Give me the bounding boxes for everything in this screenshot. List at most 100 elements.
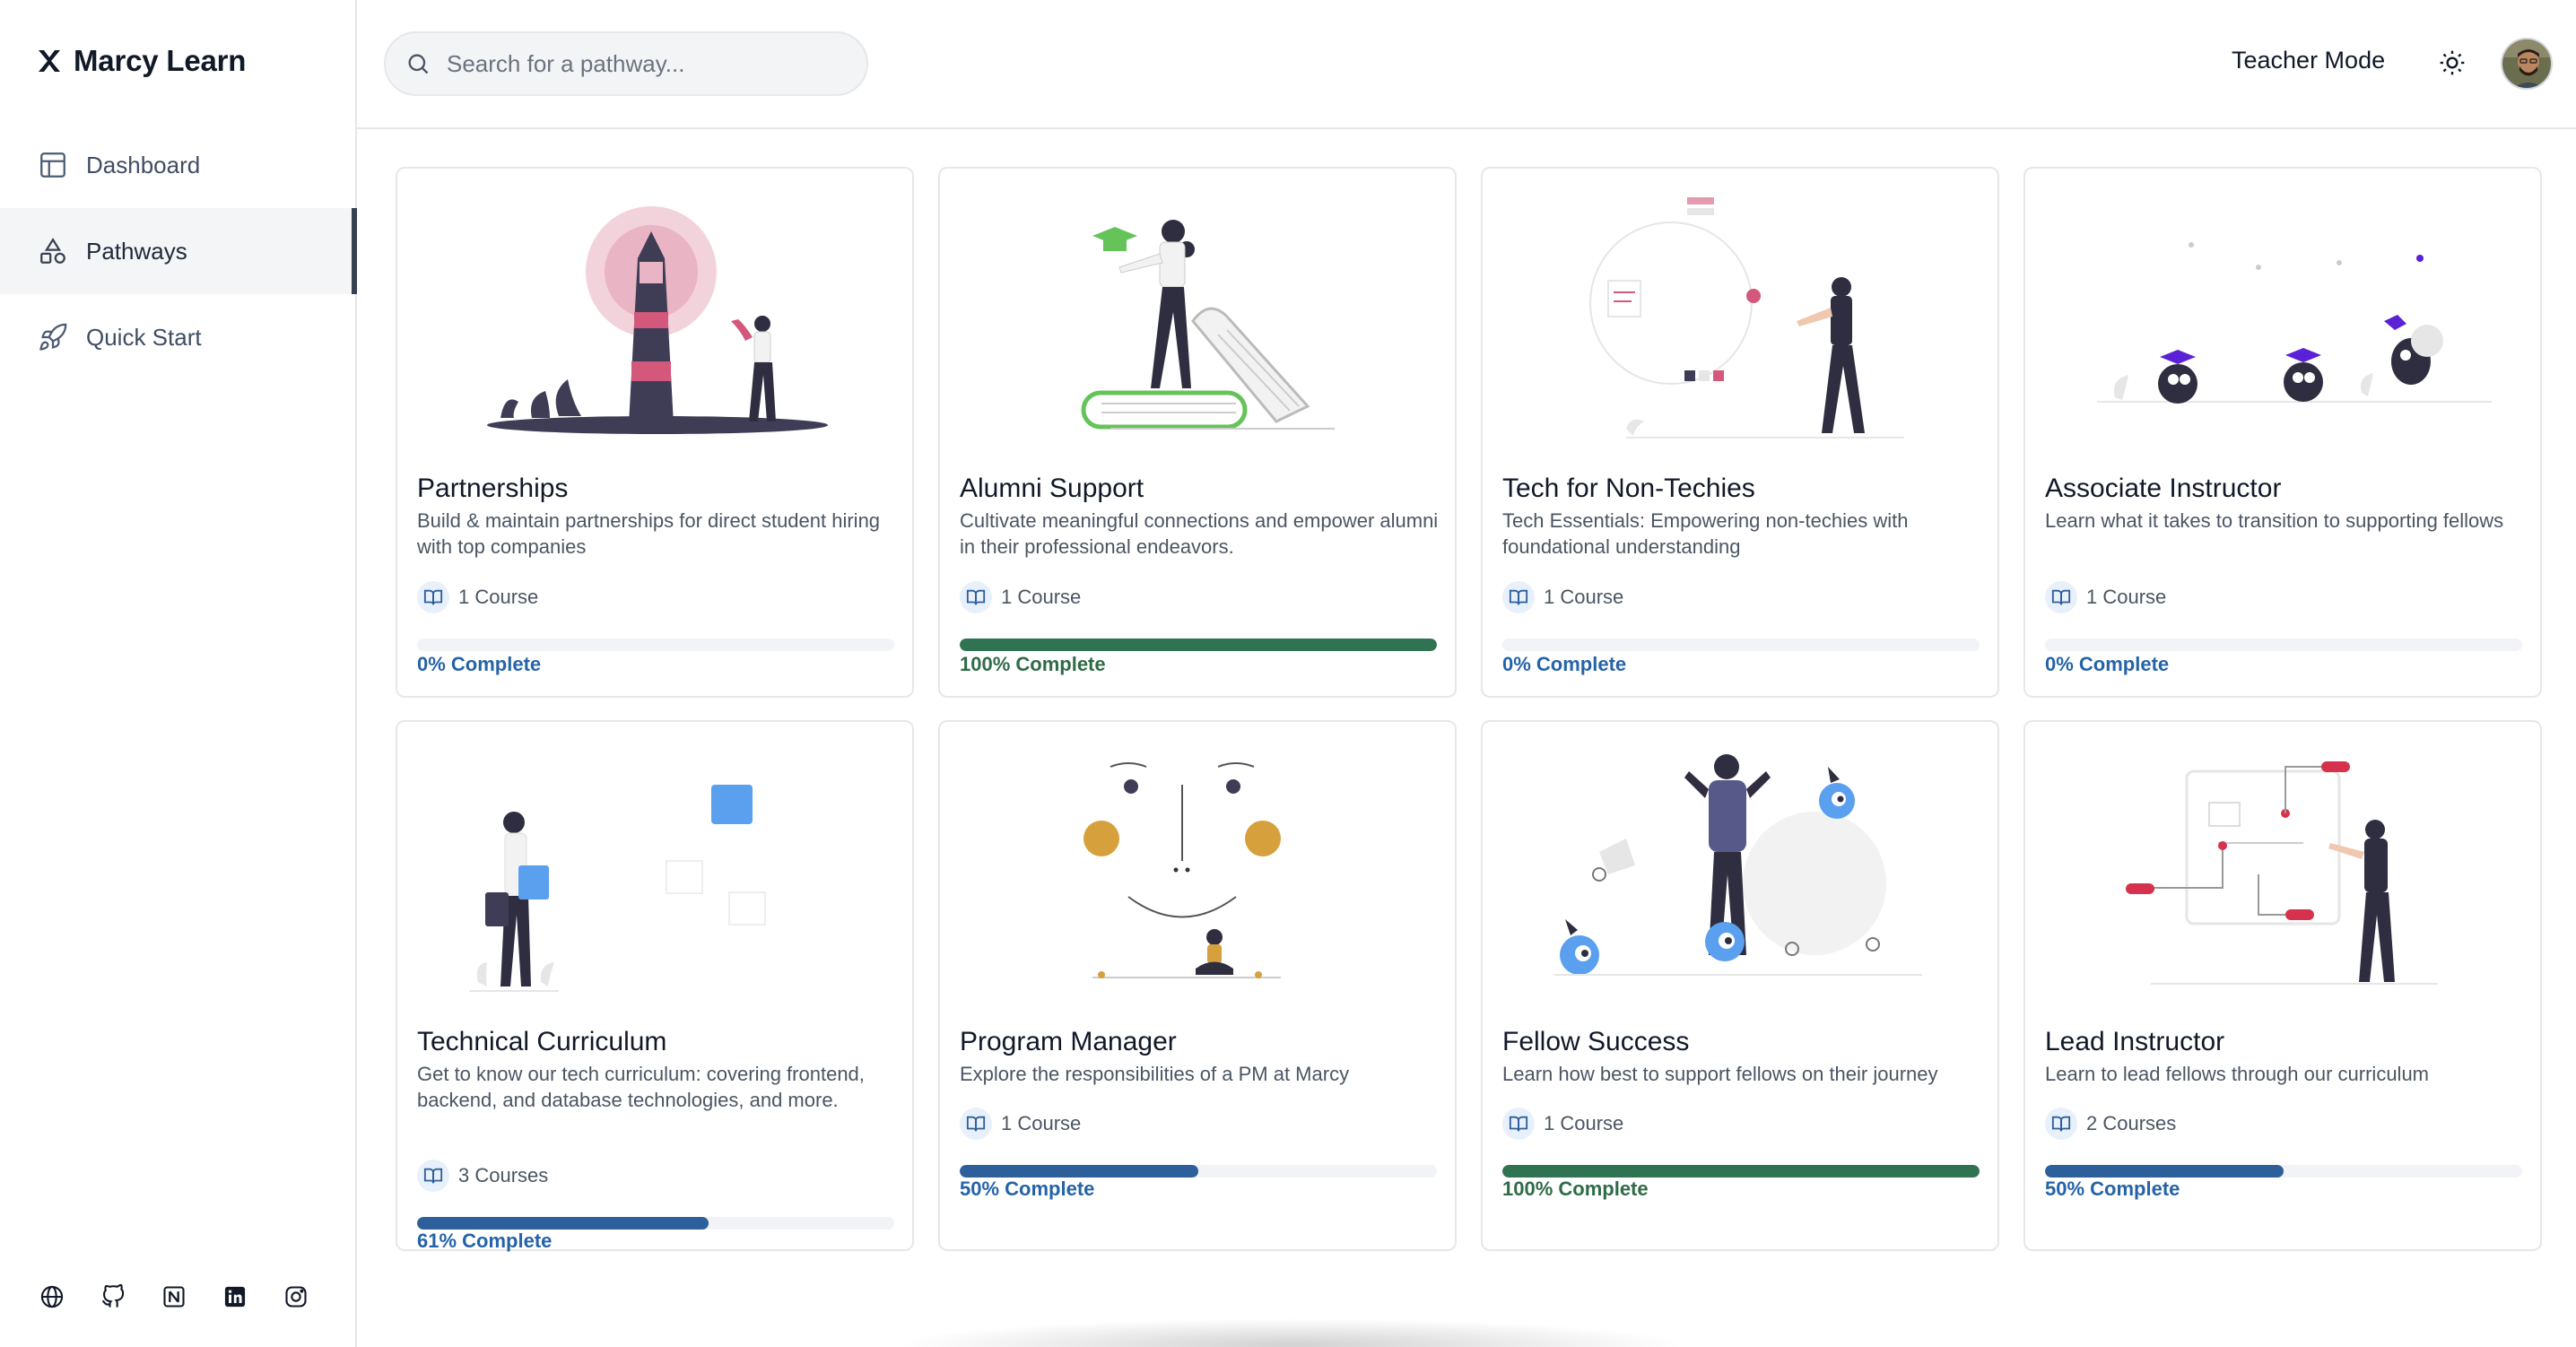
course-count: 1 Course <box>960 581 1081 613</box>
book-icon <box>1502 581 1535 613</box>
search-icon <box>408 54 429 74</box>
card-description: Tech Essentials: Empowering non-techies … <box>1502 509 1909 558</box>
course-count: 3 Courses <box>417 1160 548 1192</box>
card-title: Fellow Success <box>1502 1027 1690 1056</box>
progress-label: 100% Complete <box>1502 1178 1649 1200</box>
sun-icon <box>2440 50 2465 75</box>
card-title: Lead Instructor <box>2045 1027 2225 1056</box>
pathway-card-program-manager[interactable]: Program Manager Explore the responsibili… <box>938 720 1457 1251</box>
course-count-label: 1 Course <box>1544 1112 1624 1134</box>
instagram-icon[interactable] <box>282 1282 310 1311</box>
book-icon <box>960 581 992 613</box>
pathway-card-partnerships[interactable]: Partnerships Build & maintain partnershi… <box>396 167 914 698</box>
pathway-card-lead-instructor[interactable]: Lead Instructor Learn to lead fellows th… <box>2023 720 2542 1251</box>
linkedin-icon[interactable] <box>221 1282 249 1311</box>
progress-fill <box>960 639 1437 651</box>
progress-label: 0% Complete <box>1502 653 1627 675</box>
course-count: 1 Course <box>960 1108 1081 1140</box>
course-count-label: 1 Course <box>1544 586 1624 608</box>
book-icon <box>417 1160 449 1192</box>
sidebar-item-label: Quick Start <box>86 323 202 351</box>
progress-label: 50% Complete <box>2045 1178 2180 1200</box>
progress-bar <box>2045 1165 2522 1178</box>
course-count-label: 1 Course <box>458 586 539 608</box>
card-title: Partnerships <box>417 474 569 503</box>
card-description: Cultivate meaningful connections and emp… <box>960 509 1439 558</box>
teacher-mode-button[interactable]: Teacher Mode <box>2232 47 2385 74</box>
pathway-card-alumni-support[interactable]: Alumni Support Cultivate meaningful conn… <box>938 167 1457 698</box>
top-header: Teacher Mode <box>357 0 2576 129</box>
card-description: Get to know our tech curriculum: coverin… <box>417 1063 865 1111</box>
progress-label: 61% Complete <box>417 1230 553 1252</box>
progress-bar <box>960 1165 1437 1178</box>
card-description: Learn how best to support fellows on the… <box>1502 1063 1938 1085</box>
card-title: Tech for Non-Techies <box>1502 474 1755 503</box>
github-icon[interactable] <box>99 1282 127 1311</box>
sidebar-nav: Dashboard Pathways Quick Start <box>0 122 357 380</box>
sidebar-item-dashboard[interactable]: Dashboard <box>0 122 355 208</box>
brand[interactable]: Marcy Learn <box>36 39 246 83</box>
card-title: Alumni Support <box>960 474 1144 503</box>
sidebar: Marcy Learn Dashboard Pathways Quick Sta… <box>0 0 357 1347</box>
progress-bar <box>417 1217 894 1230</box>
progress-label: 50% Complete <box>960 1178 1095 1200</box>
avatar[interactable] <box>2501 38 2553 90</box>
progress-label: 100% Complete <box>960 653 1106 675</box>
progress-bar <box>1502 639 1980 651</box>
notion-icon[interactable] <box>160 1282 188 1311</box>
book-icon <box>417 581 449 613</box>
progress-label: 0% Complete <box>2045 653 2170 675</box>
course-count: 2 Courses <box>2045 1108 2176 1140</box>
fellows-illustration <box>1554 754 1922 976</box>
lighthouse-illustration <box>487 206 828 434</box>
globe-icon[interactable] <box>38 1282 66 1311</box>
progress-bar <box>2045 639 2522 651</box>
progress-fill <box>2045 1165 2284 1178</box>
progress-bar <box>1502 1165 1980 1178</box>
course-count-label: 3 Courses <box>458 1164 549 1186</box>
rocket-icon <box>36 320 70 354</box>
card-description: Learn to lead fellows through our curric… <box>2045 1063 2430 1085</box>
book-icon <box>2045 581 2077 613</box>
card-description: Learn what it takes to transition to sup… <box>2045 509 2504 532</box>
sidebar-item-label: Dashboard <box>86 151 201 178</box>
card-title: Associate Instructor <box>2045 474 2282 503</box>
pathway-card-fellow-success[interactable]: Fellow Success Learn how best to support… <box>1481 720 1999 1251</box>
course-count: 1 Course <box>417 581 538 613</box>
course-count: 1 Course <box>2045 581 2166 613</box>
course-count: 1 Course <box>1502 581 1623 613</box>
course-count-label: 1 Course <box>1001 586 1082 608</box>
pathway-card-tech-for-non-techies[interactable]: Tech for Non-Techies Tech Essentials: Em… <box>1481 167 1999 698</box>
face-meditation-illustration <box>1083 762 1281 978</box>
sidebar-item-quick-start[interactable]: Quick Start <box>0 294 355 380</box>
app-root: Marcy Learn Dashboard Pathways Quick Sta… <box>0 0 2576 1347</box>
book-icon <box>2045 1108 2077 1140</box>
sidebar-item-label: Pathways <box>86 237 187 265</box>
progress-fill <box>1502 1165 1980 1178</box>
card-description: Build & maintain partnerships for direct… <box>417 509 881 558</box>
layout-icon <box>36 148 70 182</box>
course-count-label: 1 Course <box>2086 586 2167 608</box>
whiteboard-illustration <box>2126 761 2438 985</box>
pathway-card-associate-instructor[interactable]: Associate Instructor Learn what it takes… <box>2023 167 2542 698</box>
brand-name: Marcy Learn <box>74 44 247 77</box>
tech-circle-illustration <box>1589 197 1904 439</box>
course-count-label: 1 Course <box>1001 1112 1082 1134</box>
book-icon <box>960 1108 992 1140</box>
curriculum-illustration <box>469 785 766 992</box>
shapes-icon <box>36 234 70 268</box>
course-count-label: 2 Courses <box>2086 1112 2177 1134</box>
social-links <box>38 1282 310 1311</box>
progress-fill <box>417 1217 709 1230</box>
card-title: Technical Curriculum <box>417 1027 667 1056</box>
sidebar-item-pathways[interactable]: Pathways <box>0 208 357 294</box>
progress-label: 0% Complete <box>417 653 542 675</box>
graduate-books-illustration <box>1081 220 1335 430</box>
pathway-card-technical-curriculum[interactable]: Technical Curriculum Get to know our tec… <box>396 720 914 1252</box>
book-icon <box>1502 1108 1535 1140</box>
card-description: Explore the responsibilities of a PM at … <box>960 1063 1350 1085</box>
theme-toggle-button[interactable] <box>2434 45 2470 81</box>
search-input[interactable] <box>447 49 841 78</box>
x-logo-icon <box>39 50 60 72</box>
search-bar[interactable] <box>384 31 868 96</box>
